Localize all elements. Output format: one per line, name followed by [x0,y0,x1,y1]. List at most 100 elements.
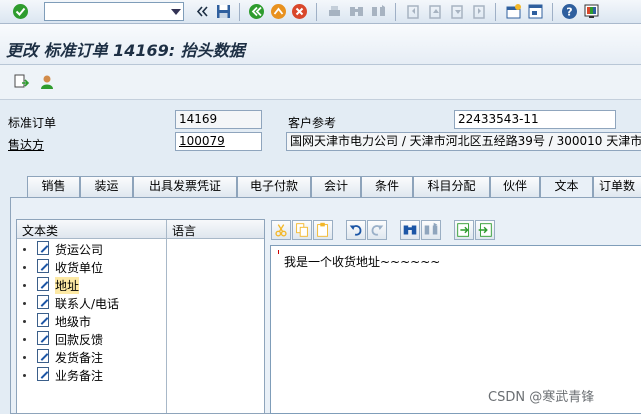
tab-order-data[interactable]: 订单数 [593,176,641,197]
toolbar-separator [395,3,396,21]
bullet-icon [23,284,26,287]
tree-node-label: 地址 [55,277,80,294]
order-number-field[interactable]: 14169 [175,110,262,129]
toolbar-separator [239,3,240,21]
find-icon[interactable] [400,220,420,240]
title-bar: 更改 标准订单 14169: 抬头数据 [0,24,641,65]
bullet-icon [23,248,26,251]
customer-reference-field[interactable]: 22433543-11 [454,110,616,129]
tree-node-label: 发货备注 [55,351,104,365]
text-cursor [278,250,279,254]
sold-to-field[interactable]: 100079 [175,132,262,151]
text-type-tree: 文本类 语言 货运公司 收货单位 地址 联系人/电话 地级市 回款反馈 发货备注 [16,219,265,414]
tab-label: 订单数 [599,179,636,193]
last-page-icon[interactable] [470,3,487,20]
column-header-text-type[interactable]: 文本类 [22,222,58,239]
redo-icon[interactable] [367,220,387,240]
tab-billing[interactable]: 出具发票凭证 [133,176,237,197]
order-number-value: 14169 [179,112,218,126]
page-title: 更改 标准订单 14169: 抬头数据 [6,41,245,60]
customer-reference-label: 客户参考 [288,116,337,130]
bullet-icon [23,338,26,341]
tab-accounting[interactable]: 会计 [311,176,361,197]
export-icon[interactable] [475,220,495,240]
text-edit-icon [37,313,49,327]
tab-label: 会计 [323,179,348,193]
chevron-down-icon[interactable] [171,9,181,15]
bullet-icon [23,302,26,305]
bullet-icon [23,356,26,359]
double-chevron-left-icon[interactable] [194,3,211,20]
tree-node-label: 联系人/电话 [55,297,120,311]
exit-icon[interactable] [270,3,287,20]
first-page-icon[interactable] [404,3,421,20]
find-icon[interactable] [348,3,365,20]
find-next-icon[interactable] [421,220,441,240]
customer-reference-value: 22433543-11 [458,112,539,126]
tab-label: 条件 [374,179,399,193]
copy-icon[interactable] [292,220,312,240]
toolbar-separator [552,3,553,21]
sold-to-address: 国网天津市电力公司 / 天津市河北区五经路39号 / 300010 天津市 [290,134,641,148]
system-toolbar: ? [0,0,641,24]
create-session-icon[interactable] [505,3,522,20]
tab-shipping[interactable]: 装运 [80,176,133,197]
text-edit-icon [37,241,49,255]
undo-icon[interactable] [346,220,366,240]
cancel-icon[interactable] [291,3,308,20]
application-toolbar [0,65,641,100]
bullet-icon [23,374,26,377]
find-next-icon[interactable] [370,3,387,20]
column-divider [166,220,167,413]
tree-node-label: 地级市 [55,315,92,329]
tab-account-assignment[interactable]: 科目分配 [413,176,490,197]
paste-icon[interactable] [313,220,333,240]
bullet-icon [23,266,26,269]
tab-label: 出具发票凭证 [148,179,221,193]
text-edit-icon [37,349,49,363]
previous-page-icon[interactable] [426,3,443,20]
help-icon[interactable]: ? [561,3,578,20]
toolbar-separator [495,3,496,21]
tree-header: 文本类 语言 [17,220,264,239]
tree-node-label: 回款反馈 [55,333,104,347]
sold-to-label[interactable]: 售达方 [8,136,44,153]
tree-node-label: 收货单位 [55,261,104,275]
bullet-icon [23,320,26,323]
check-icon[interactable] [12,3,29,20]
tab-label: 伙伴 [502,179,527,193]
cut-icon[interactable] [271,220,291,240]
sold-to-address-field: 国网天津市电力公司 / 天津市河北区五经路39号 / 300010 天津市 [286,132,641,151]
sold-to-value: 100079 [179,134,225,148]
column-header-language[interactable]: 语言 [172,222,196,239]
order-label: 标准订单 [8,116,57,130]
document-flow-icon[interactable] [13,73,31,91]
shortcut-icon[interactable] [527,3,544,20]
editor-content[interactable]: 我是一个收货地址~~~~~~ [284,253,440,270]
toolbar-separator [316,3,317,21]
customize-layout-icon[interactable] [583,3,600,20]
command-field[interactable] [44,2,184,21]
text-edit-icon [37,277,49,291]
editor-toolbar [270,219,641,241]
tab-label: 装运 [94,179,119,193]
tab-texts[interactable]: 文本 [540,176,593,198]
text-edit-icon [37,259,49,273]
text-edit-icon [37,331,49,345]
next-page-icon[interactable] [448,3,465,20]
tab-electronic-payment[interactable]: 电子付款 [237,176,311,197]
tree-node-label: 业务备注 [55,369,104,383]
user-icon[interactable] [38,73,56,91]
tab-label: 科目分配 [427,179,476,193]
tab-conditions[interactable]: 条件 [361,176,413,197]
text-edit-icon [37,295,49,309]
tab-strip: 销售 装运 出具发票凭证 电子付款 会计 条件 科目分配 伙伴 文本 订单数 [10,176,641,198]
print-icon[interactable] [326,3,343,20]
tab-partners[interactable]: 伙伴 [490,176,540,197]
tab-label: 文本 [554,179,579,193]
import-icon[interactable] [454,220,474,240]
tab-label: 电子付款 [249,179,298,193]
save-icon[interactable] [215,3,232,20]
tab-sales[interactable]: 销售 [27,176,80,197]
back-icon[interactable] [248,3,265,20]
